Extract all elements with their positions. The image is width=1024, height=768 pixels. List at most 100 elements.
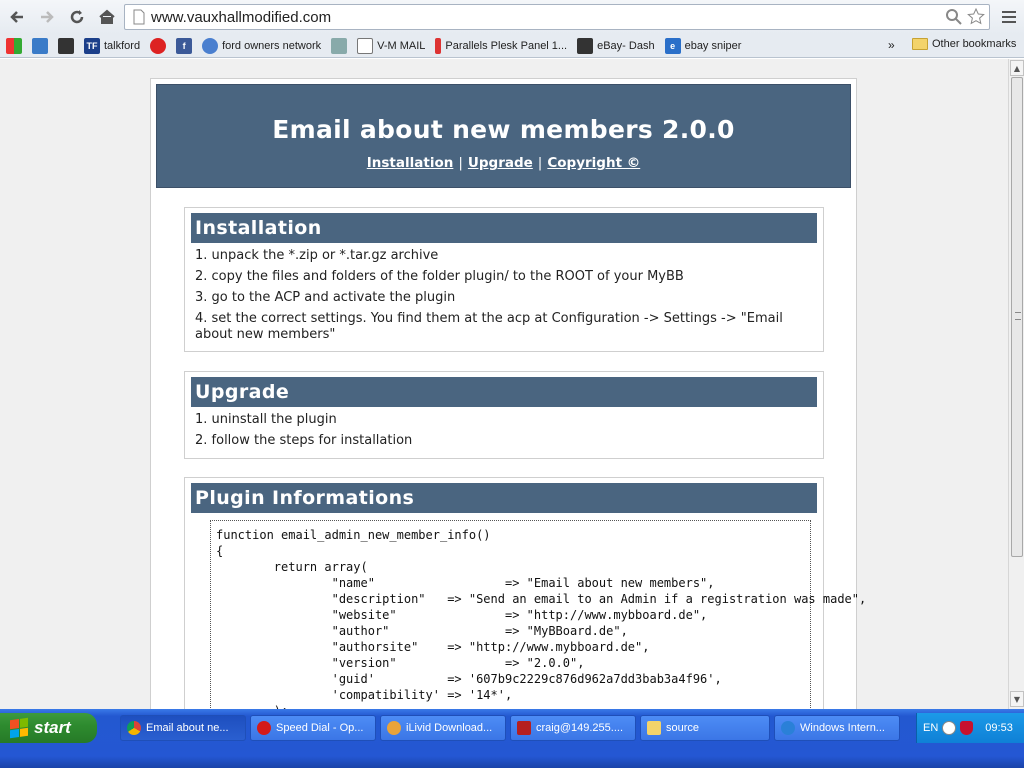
chrome-icon	[127, 721, 141, 735]
opera-icon	[257, 721, 271, 735]
language-indicator[interactable]: EN	[923, 722, 938, 734]
mail-icon	[357, 37, 374, 54]
folder-icon	[647, 721, 661, 735]
list-item: 1. unpack the *.zip or *.tar.gz archive	[195, 248, 439, 263]
link-separator: |	[458, 155, 463, 171]
task-ilivid[interactable]: iLivid Download...	[380, 715, 506, 741]
code-block: function email_admin_new_member_info() {…	[210, 520, 866, 709]
link-installation[interactable]: Installation	[367, 155, 454, 171]
start-button[interactable]: start	[0, 713, 97, 743]
task-label: Email about ne...	[146, 722, 229, 734]
task-label: iLivid Download...	[406, 722, 493, 734]
bookmark-label: V-M MAIL	[377, 39, 426, 52]
bookmark-label: ebay sniper	[684, 39, 742, 52]
browser-toolbar: www.vauxhallmodified.com	[0, 0, 1024, 34]
list-item: 3. go to the ACP and activate the plugin	[195, 290, 456, 305]
link-copyright[interactable]: Copyright ©	[547, 155, 640, 171]
download-icon	[387, 721, 401, 735]
task-label: craig@149.255....	[536, 722, 623, 734]
list-item: 2. follow the steps for installation	[195, 433, 413, 448]
bookmark-flag[interactable]	[331, 37, 348, 54]
url-text: www.vauxhallmodified.com	[151, 8, 332, 26]
scroll-up-button[interactable]: ▲	[1010, 60, 1024, 76]
task-label: Speed Dial - Op...	[276, 722, 364, 734]
vertical-scrollbar[interactable]: ▲ ▼	[1008, 59, 1024, 709]
scroll-down-button[interactable]: ▼	[1010, 691, 1024, 707]
list-item: 1. uninstall the plugin	[195, 412, 337, 427]
address-bar[interactable]: www.vauxhallmodified.com	[124, 4, 990, 30]
reload-icon	[70, 10, 84, 24]
tray-arrow-icon[interactable]	[942, 721, 957, 735]
bookmark-label: talkford	[104, 39, 141, 52]
filezilla-icon	[517, 721, 531, 735]
bookmark-label: eBay- Dash	[597, 39, 655, 52]
plesk-icon	[435, 37, 442, 54]
bookmark-vauxhall[interactable]	[150, 37, 167, 54]
other-bookmarks[interactable]: Other bookmarks	[912, 38, 1016, 50]
page-container: Email about new members 2.0.0 Installati…	[150, 78, 866, 709]
home-icon	[99, 9, 115, 24]
facebook-icon: f	[176, 37, 193, 54]
globe-icon	[202, 37, 219, 54]
list-item: 2. copy the files and folders of the fol…	[195, 269, 684, 284]
tf-icon: TF	[84, 37, 100, 54]
bookmarks-overflow-chevron[interactable]: »	[888, 38, 895, 52]
search-icon[interactable]	[945, 8, 963, 26]
forward-button[interactable]	[34, 4, 60, 30]
other-bookmarks-label: Other bookmarks	[932, 38, 1017, 50]
clock: 09:53	[985, 722, 1013, 734]
task-label: Windows Intern...	[800, 722, 885, 734]
back-arrow-icon	[10, 11, 23, 23]
task-opera[interactable]: Speed Dial - Op...	[250, 715, 376, 741]
back-button[interactable]	[4, 4, 30, 30]
bookmark-talkford[interactable]: TF talkford	[84, 37, 141, 54]
taskbar: start Email about ne... Speed Dial - Op.…	[0, 709, 1024, 768]
task-source-folder[interactable]: source	[640, 715, 770, 741]
bookmark-plesk[interactable]: Parallels Plesk Panel 1...	[435, 37, 568, 54]
bookmark-ford-owners[interactable]: ford owners network	[202, 37, 322, 54]
bookmark-photo[interactable]	[32, 37, 48, 54]
list-item: 4. set the correct settings. You find th…	[195, 311, 783, 342]
bookmark-facebook[interactable]: f	[176, 37, 193, 54]
header-links: Installation | Upgrade | Copyright ©	[157, 155, 850, 171]
page-icon	[133, 9, 145, 25]
installation-heading: Installation	[191, 213, 817, 243]
installation-section: Installation 1. unpack the *.zip or *.ta…	[184, 207, 824, 352]
bookmark-ebay-dash[interactable]: eBay- Dash	[577, 37, 655, 54]
upgrade-section: Upgrade 1. uninstall the plugin 2. follo…	[184, 371, 824, 459]
apps-icon	[6, 37, 22, 54]
bookmark-vm-mail[interactable]: V-M MAIL	[357, 37, 426, 54]
link-upgrade[interactable]: Upgrade	[468, 155, 533, 171]
folder-icon	[912, 38, 928, 50]
bag-icon	[58, 37, 74, 54]
bookmark-ebay-sniper[interactable]: e ebay sniper	[664, 37, 742, 54]
ie-icon	[781, 721, 795, 735]
star-icon[interactable]	[967, 8, 985, 26]
flag-icon	[331, 37, 348, 54]
bookmark-apps[interactable]	[6, 37, 22, 54]
upgrade-heading: Upgrade	[191, 377, 817, 407]
task-label: source	[666, 722, 700, 734]
bookmark-bag[interactable]	[58, 37, 74, 54]
reload-button[interactable]	[64, 4, 90, 30]
bookmark-label: Parallels Plesk Panel 1...	[445, 39, 568, 52]
bookmark-label: ford owners network	[222, 39, 322, 52]
page-title: Email about new members 2.0.0	[272, 115, 735, 144]
menu-button[interactable]	[998, 6, 1020, 28]
forward-arrow-icon	[41, 11, 54, 23]
task-filezilla[interactable]: craig@149.255....	[510, 715, 636, 741]
installation-list: 1. unpack the *.zip or *.tar.gz archive …	[195, 248, 813, 343]
start-label: start	[34, 718, 71, 737]
ebay-icon	[577, 37, 594, 54]
system-tray: EN 09:53	[916, 713, 1024, 743]
e-icon: e	[664, 37, 681, 54]
bookmarks-bar: TF talkford f ford owners network V-M MA…	[0, 34, 1024, 58]
upgrade-list: 1. uninstall the plugin 2. follow the st…	[195, 412, 813, 449]
home-button[interactable]	[94, 4, 120, 30]
task-chrome[interactable]: Email about ne...	[120, 715, 246, 741]
page-header: Email about new members 2.0.0 Installati…	[156, 84, 851, 188]
task-internet-explorer[interactable]: Windows Intern...	[774, 715, 900, 741]
scroll-thumb[interactable]	[1011, 77, 1023, 557]
security-shield-icon[interactable]	[960, 721, 974, 735]
link-separator: |	[537, 155, 543, 171]
